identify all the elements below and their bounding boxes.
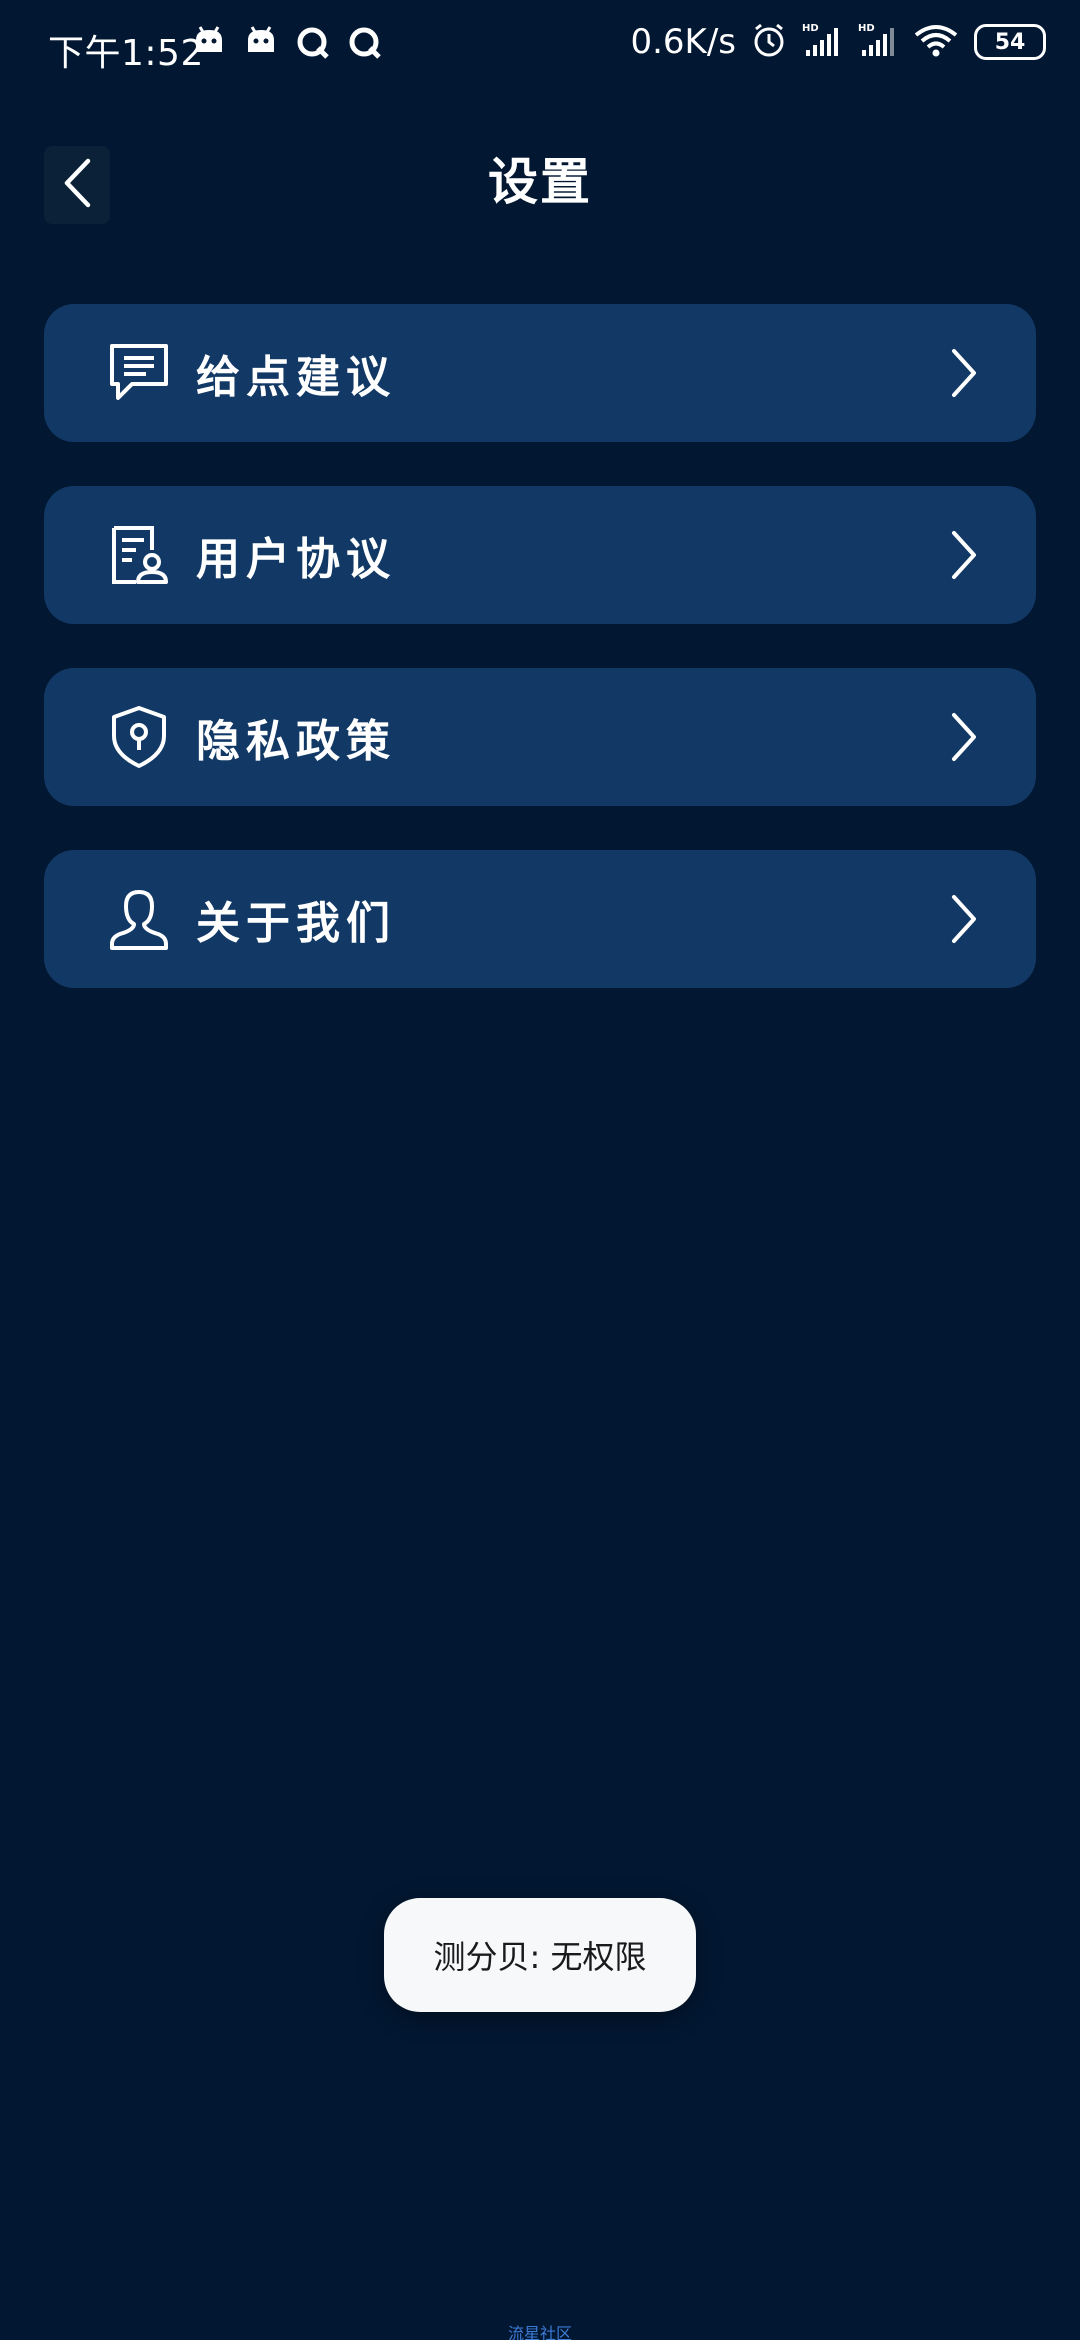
settings-menu-list: 给点建议 用户协议 隐私政策 关于我们: [44, 304, 1036, 1032]
status-bar: 下午1:52 0.6K/s HD HD 54: [0, 0, 1080, 96]
signal-hd-icon: HD: [858, 22, 898, 62]
about-user-icon: [106, 886, 172, 952]
svg-text:HD: HD: [802, 23, 819, 34]
watermark: 流星社区: [507, 2324, 572, 2340]
network-speed: 0.6K/s: [630, 22, 736, 62]
alarm-icon: [752, 22, 786, 62]
notification-icons: [192, 26, 382, 64]
toast-message: 测分贝: 无权限: [384, 1898, 696, 2012]
menu-item-feedback[interactable]: 给点建议: [44, 304, 1036, 442]
battery-icon: 54: [974, 24, 1046, 60]
chevron-right-icon: [948, 894, 980, 944]
q-app-icon: [348, 26, 382, 64]
page-title: 设置: [488, 153, 592, 211]
status-time: 下午1:52: [48, 33, 204, 74]
chevron-right-icon: [948, 712, 980, 762]
agreement-icon: [106, 522, 172, 588]
menu-item-user-agreement[interactable]: 用户协议: [44, 486, 1036, 624]
menu-item-privacy-policy[interactable]: 隐私政策: [44, 668, 1036, 806]
android-icon: [192, 26, 226, 64]
wifi-icon: [914, 23, 958, 61]
menu-item-about-us[interactable]: 关于我们: [44, 850, 1036, 988]
signal-hd-icon: HD: [802, 22, 842, 62]
q-app-icon: [296, 26, 330, 64]
android-icon: [244, 26, 278, 64]
feedback-icon: [106, 340, 172, 406]
status-right-group: 0.6K/s HD HD 54: [630, 22, 1046, 62]
header: 设置: [0, 130, 1080, 240]
chevron-right-icon: [948, 530, 980, 580]
menu-item-label: 给点建议: [196, 352, 396, 403]
privacy-shield-icon: [106, 704, 172, 770]
chevron-right-icon: [948, 348, 980, 398]
menu-item-label: 关于我们: [196, 898, 396, 949]
menu-item-label: 隐私政策: [196, 716, 396, 767]
svg-text:HD: HD: [858, 23, 875, 34]
battery-level: 54: [994, 29, 1026, 55]
menu-item-label: 用户协议: [196, 534, 396, 585]
settings-screen: 下午1:52 0.6K/s HD HD 54 设置 给点建议 用户协议 隐私政策…: [0, 0, 1080, 2340]
